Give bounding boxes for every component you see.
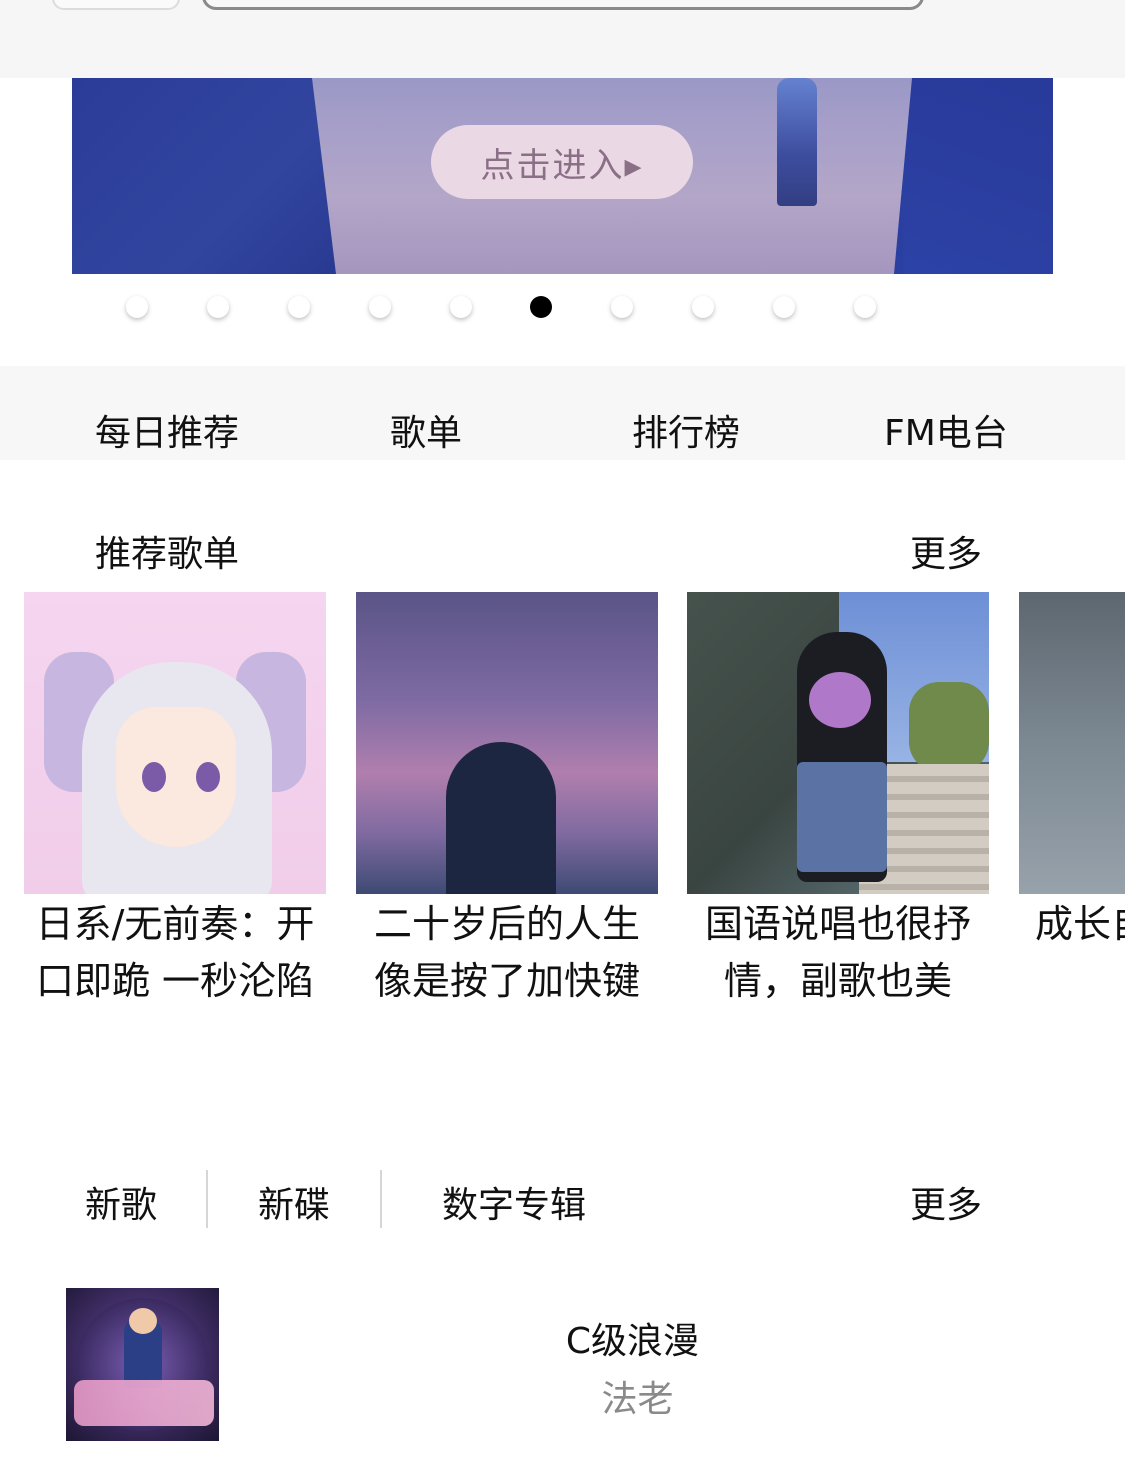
playlist-title: 日系/无前奏：开口即跪 一秒沦陷 [35,902,315,1003]
tab-new-songs[interactable]: 新歌 [85,1176,157,1228]
nav-playlists[interactable]: 歌单 [390,404,462,456]
recommend-more-link[interactable]: 更多 [910,525,982,577]
carousel-dot[interactable] [854,296,876,318]
nav-daily-recommend[interactable]: 每日推荐 [95,404,239,456]
recommend-section-title: 推荐歌单 [95,534,240,575]
tab-divider [206,1170,208,1228]
banner-enter-button[interactable]: 点击进入▸ [431,125,693,199]
banner-figure [777,78,817,206]
playlist-cover [356,592,658,894]
carousel-indicator [0,296,1125,322]
tab-digital-albums[interactable]: 数字专辑 [442,1176,586,1228]
playlist-carousel[interactable]: 日系/无前奏：开口即跪 一秒沦陷 二十岁后的人生像是按了加快键 国语说唱也很抒情… [0,592,1125,1012]
playlist-card[interactable]: 二十岁后的人生像是按了加快键 [356,592,658,1010]
banner-carousel[interactable]: 点击进入▸ [72,78,1053,274]
playlist-card[interactable]: 成长自己 [1019,592,1125,953]
carousel-dot[interactable] [611,296,633,318]
search-input[interactable] [202,0,924,10]
carousel-dot[interactable] [288,296,310,318]
song-artist[interactable]: 法老 [0,1370,1125,1422]
new-music-more-link[interactable]: 更多 [910,1176,982,1228]
playlist-title: 成长自己 [1035,902,1125,946]
playlist-card[interactable]: 国语说唱也很抒情，副歌也美 [687,592,989,1010]
tab-new-albums[interactable]: 新碟 [258,1176,330,1228]
playlist-cover [24,592,326,894]
playlist-card[interactable]: 日系/无前奏：开口即跪 一秒沦陷 [24,592,326,1010]
playlist-cover [687,592,989,894]
carousel-dot[interactable] [773,296,795,318]
carousel-dot[interactable] [692,296,714,318]
top-bar [0,0,1125,78]
carousel-dot[interactable] [126,296,148,318]
nav-charts[interactable]: 排行榜 [632,404,740,456]
playlist-cover [1019,592,1125,894]
playlist-title: 国语说唱也很抒情，副歌也美 [704,902,971,1003]
banner-art-right [903,78,1053,274]
carousel-dot[interactable] [207,296,229,318]
tab-divider [380,1170,382,1228]
category-nav: 每日推荐 歌单 排行榜 FM电台 [0,366,1125,460]
playlist-title: 二十岁后的人生像是按了加快键 [373,902,640,1003]
carousel-dot-active[interactable] [530,296,552,318]
carousel-dot[interactable] [450,296,472,318]
new-music-tabs: 新歌 新碟 数字专辑 更多 [0,1168,1125,1228]
nav-fm-radio[interactable]: FM电台 [884,404,1008,456]
header-left-button[interactable] [52,0,180,10]
song-title[interactable]: C级浪漫 [0,1312,1125,1364]
carousel-dot[interactable] [369,296,391,318]
